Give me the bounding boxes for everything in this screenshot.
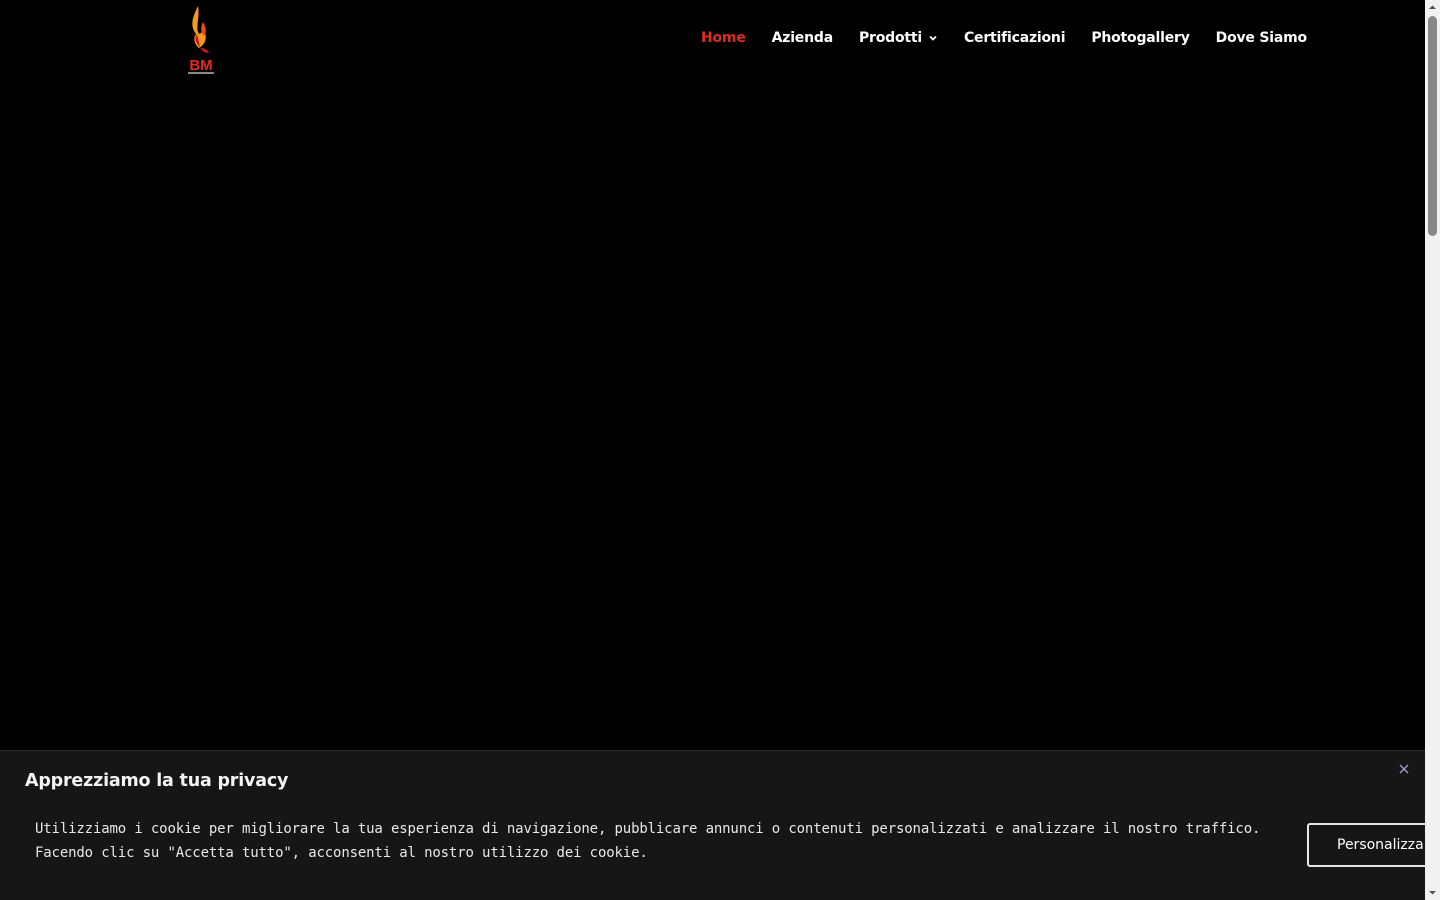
- scrollbar-thumb[interactable]: [1428, 16, 1437, 236]
- nav-photogallery[interactable]: Photogallery: [1091, 30, 1190, 46]
- page-scrollbar[interactable]: [1425, 0, 1440, 900]
- page: BM Home Azienda Prodotti Certificazioni …: [0, 0, 1425, 900]
- flame-logo-icon: BM: [188, 6, 214, 74]
- logo-text: BM: [189, 57, 212, 74]
- nav-prodotti-label: Prodotti: [858, 30, 922, 46]
- nav-prodotti[interactable]: Prodotti: [859, 30, 938, 46]
- nav-certificazioni[interactable]: Certificazioni: [963, 30, 1066, 46]
- cookie-close-button[interactable]: [1397, 762, 1411, 776]
- nav-home-label: Home: [701, 30, 746, 46]
- customize-button[interactable]: Personalizza: [1307, 823, 1425, 867]
- nav-azienda[interactable]: Azienda: [771, 30, 834, 46]
- cookie-banner-title: Apprezziamo la tua privacy: [25, 771, 289, 791]
- nav-dove-siamo[interactable]: Dove Siamo: [1216, 30, 1307, 46]
- close-icon: [1399, 764, 1409, 774]
- cookie-text-line-1: Utilizziamo i cookie per migliorare la t…: [35, 821, 1261, 837]
- chevron-down-icon: [929, 35, 937, 41]
- nav-dove-siamo-label: Dove Siamo: [1215, 30, 1307, 46]
- nav-certificazioni-label: Certificazioni: [963, 30, 1066, 46]
- scroll-down-arrow-icon[interactable]: [1425, 885, 1440, 900]
- scroll-up-arrow-icon[interactable]: [1425, 0, 1440, 15]
- main-nav: Home Azienda Prodotti Certificazioni Pho…: [701, 30, 1307, 46]
- site-logo[interactable]: BM: [184, 4, 218, 76]
- cookie-text-line-2: Facendo clic su "Accetta tutto", acconse…: [35, 845, 648, 861]
- cookie-banner: Apprezziamo la tua privacy Utilizziamo i…: [0, 750, 1425, 900]
- nav-azienda-label: Azienda: [771, 30, 834, 46]
- cookie-banner-text: Utilizziamo i cookie per migliorare la t…: [35, 817, 1295, 865]
- site-header: BM Home Azienda Prodotti Certificazioni …: [0, 0, 1425, 80]
- nav-home[interactable]: Home: [701, 30, 746, 46]
- nav-photogallery-label: Photogallery: [1091, 30, 1190, 46]
